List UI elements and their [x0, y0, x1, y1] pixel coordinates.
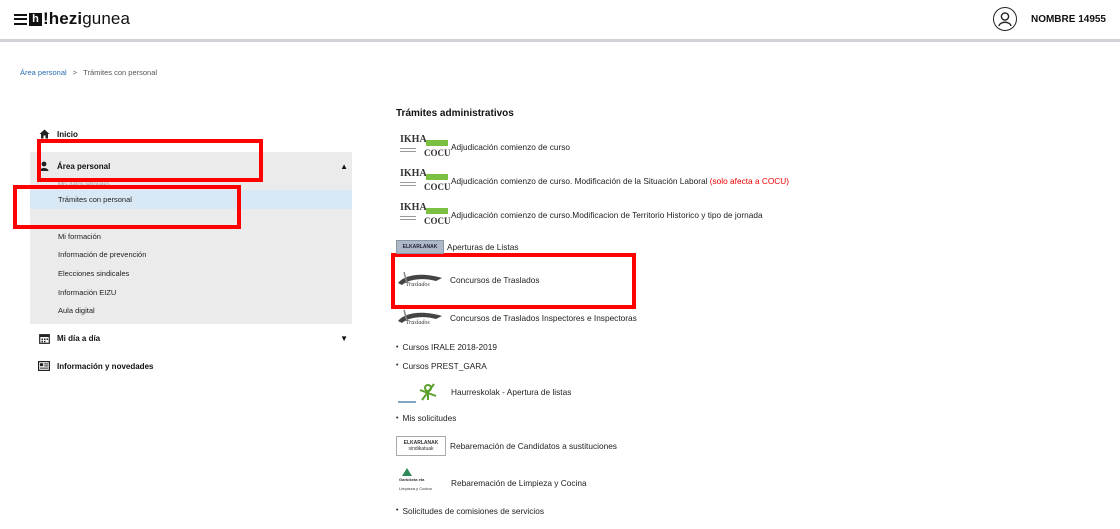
rebaremacion-logo: ELKARLANAK sindikatuak — [396, 435, 446, 456]
list-item[interactable]: Garbiketa eta Limpieza y Cocina Rebaremac… — [396, 464, 1096, 502]
list-item[interactable]: • Cursos IRALE 2018-2019 — [396, 338, 1096, 357]
sidebar-item-label: Mi día a día — [57, 333, 101, 343]
news-icon — [38, 361, 50, 372]
list-item[interactable]: ELKARLANAK sindikatuak Rebaremación de Ca… — [396, 428, 1096, 464]
sidebar-subitem-formacion[interactable]: Mi formación — [30, 227, 352, 246]
warning-note: (solo afecta a COCU) — [709, 176, 790, 186]
user-avatar-icon[interactable] — [992, 7, 1017, 31]
list-item-link[interactable]: Solicitudes de comisiones de servicios — [402, 506, 544, 516]
sidebar-item-info-novedades[interactable]: Información y novedades — [30, 352, 352, 380]
sidebar-item-label: Información y novedades — [57, 361, 154, 371]
list-item-link[interactable]: Cursos IRALE 2018-2019 — [402, 342, 497, 352]
chevron-down-icon[interactable]: ▼ — [340, 334, 348, 343]
list-item-link[interactable]: Concursos de Traslados Inspectores e Ins… — [450, 313, 637, 323]
list-item-link[interactable]: Adjudicación comienzo de curso — [451, 142, 570, 152]
list-item[interactable]: • Solicitudes de comisiones de servicios — [396, 502, 1096, 521]
list-item-link[interactable]: Adjudicación comienzo de curso. Modifica… — [451, 176, 789, 186]
list-item[interactable]: IKHA COCU Adjudicación comienzo de curso — [396, 130, 1096, 164]
list-item-link[interactable]: Mis solicitudes — [402, 413, 456, 423]
logo-text: !hezigunea — [43, 9, 131, 28]
main-content: Trámites administrativos IKHA COCU Adjudi… — [396, 108, 1096, 520]
listas-logo: ELKARLANAK — [396, 240, 444, 254]
sidebar-subitem-prevencion[interactable]: Información de prevención — [30, 245, 352, 264]
chevron-up-icon[interactable]: ▲ — [340, 162, 348, 171]
list-item[interactable]: Haurreskolak - Apertura de listas — [396, 375, 1096, 409]
breadcrumb: Área personal > Trámites con personal — [20, 68, 157, 77]
traslados-logo: Traslados — [396, 307, 446, 329]
list-item-link[interactable]: Adjudicación comienzo de curso.Modificac… — [451, 210, 763, 220]
list-item[interactable]: IKHA COCU Adjudicación comienzo de curso.… — [396, 164, 1096, 198]
list-item-link[interactable]: Haurreskolak - Apertura de listas — [451, 387, 571, 397]
ikha-cocu-logo: IKHA COCU — [400, 202, 451, 226]
user-menu[interactable]: NOMBRE 14955 — [992, 7, 1106, 31]
calendar-icon — [38, 333, 50, 344]
ikha-cocu-logo: IKHA COCU — [400, 134, 451, 158]
list-item-link[interactable]: Aperturas de Listas — [447, 242, 518, 252]
list-item-link[interactable]: Rebaremación de Limpieza y Cocina — [451, 478, 587, 488]
top-header: h !hezigunea NOMBRE 14955 — [0, 0, 1120, 42]
list-item[interactable]: Traslados Concursos de Traslados Inspect… — [396, 298, 1096, 338]
sidebar-subitem-elecciones[interactable]: Elecciones sindicales — [30, 264, 352, 283]
page-title: Trámites administrativos — [396, 108, 514, 119]
breadcrumb-link-area-personal[interactable]: Área personal — [20, 68, 67, 77]
list-item-link[interactable]: Rebaremación de Candidatos a sustitucion… — [450, 441, 617, 451]
breadcrumb-separator: > — [72, 68, 78, 77]
list-item[interactable]: Traslados Concursos de Traslados — [396, 262, 1096, 298]
list-item[interactable]: • Mis solicitudes — [396, 409, 1096, 428]
menu-icon[interactable] — [14, 13, 27, 25]
user-name[interactable]: NOMBRE 14955 — [1031, 14, 1106, 25]
haurreskolak-logo — [396, 378, 448, 406]
sidebar-subitem-eizu[interactable]: Información EIZU — [30, 283, 352, 302]
limpieza-cocina-logo: Garbiketa eta Limpieza y Cocina — [396, 467, 448, 498]
logo-mark: h — [29, 12, 42, 26]
breadcrumb-current: Trámites con personal — [83, 68, 158, 77]
list-item[interactable]: IKHA COCU Adjudicación comienzo de curso.… — [396, 198, 1096, 232]
home-icon — [38, 129, 50, 139]
hezigunea-logo[interactable]: h !hezigunea — [14, 9, 130, 29]
highlight-tramites — [13, 185, 241, 229]
list-item[interactable]: ELKARLANAK Aperturas de Listas — [396, 232, 1096, 262]
ikha-cocu-logo: IKHA COCU — [400, 168, 451, 192]
sidebar-subitem-aula-digital[interactable]: Aula digital — [30, 301, 352, 320]
list-item[interactable]: • Cursos PREST_GARA — [396, 357, 1096, 376]
list-item-link[interactable]: Cursos PREST_GARA — [402, 361, 486, 371]
sidebar-item-label: Inicio — [57, 129, 78, 139]
highlight-area-personal — [37, 139, 263, 182]
sidebar-item-mi-dia[interactable]: Mi día a día ▼ — [30, 324, 352, 352]
list-item-link[interactable]: Concursos de Traslados — [450, 275, 539, 285]
traslados-logo: Traslados — [396, 269, 446, 291]
